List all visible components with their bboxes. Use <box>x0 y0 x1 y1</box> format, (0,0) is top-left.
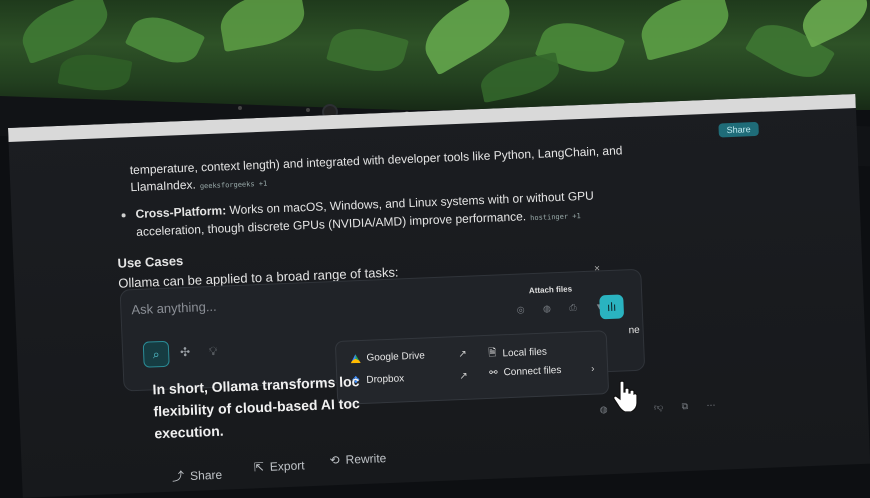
external-link-icon: ↗ <box>459 370 468 383</box>
input-tool-icons: ◎ ◍ ⎙ ▼ <box>516 300 613 315</box>
menu-item-connect-files[interactable]: ⚯ Connect files <box>489 365 562 379</box>
menu-item-google-drive[interactable]: Google Drive <box>350 350 425 364</box>
export-action[interactable]: ⇱ Export <box>254 458 305 474</box>
voice-mode-button[interactable]: ılı <box>599 294 625 320</box>
reasoning-mode-button[interactable]: ✣ <box>173 340 198 365</box>
partial-text-line: temperature, context length) and integra… <box>129 143 623 178</box>
google-drive-icon <box>350 354 360 363</box>
answer-paragraph: In short, Ollama transforms loc flexibil… <box>152 370 374 445</box>
leaf <box>15 0 115 65</box>
rewrite-action[interactable]: ⟲ Rewrite <box>329 451 386 467</box>
section-heading: Use Cases <box>117 253 184 271</box>
leaf <box>326 20 409 80</box>
bullet-icon <box>121 213 126 218</box>
stray-text: ne <box>628 324 640 337</box>
leaf <box>635 0 735 61</box>
lightbulb-mode-button[interactable]: 💡︎ <box>201 338 226 363</box>
chevron-right-icon: › <box>590 363 595 375</box>
share-icon: ⤴ <box>171 469 185 484</box>
photo-scene: Share temperature, context length) and i… <box>0 0 870 498</box>
hand-cursor-icon <box>613 380 638 412</box>
leaf <box>57 49 133 96</box>
share-label: Share <box>189 467 223 483</box>
share-action[interactable]: ⤴ Share <box>172 466 223 485</box>
leaf <box>216 0 309 53</box>
share-pill-button[interactable]: Share <box>718 121 759 138</box>
close-icon[interactable]: × <box>594 263 600 274</box>
menu-item-label: Google Drive <box>366 350 426 364</box>
leaf <box>477 52 563 103</box>
search-mode-button[interactable]: ⌕ <box>142 340 170 368</box>
source-tag[interactable]: hostinger +1 <box>530 212 581 222</box>
external-link-icon: ↗ <box>458 348 468 361</box>
menu-item-label: Local files <box>502 346 548 360</box>
rewrite-label: Rewrite <box>345 451 387 467</box>
sensor-icon <box>238 106 242 110</box>
menu-item-local-files[interactable]: 🗎︎ Local files <box>488 344 547 363</box>
text-line: LlamaIndex. geeksforgeeks +1 <box>130 175 268 195</box>
plant-background <box>0 0 870 110</box>
sensor-icon <box>306 108 310 112</box>
export-label: Export <box>269 458 305 474</box>
chat-placeholder[interactable]: Ask anything... <box>131 299 217 317</box>
llamaindex-text: LlamaIndex. <box>130 177 197 195</box>
attach-files-title: Attach files <box>528 284 573 296</box>
rewrite-icon: ⟲ <box>329 452 340 468</box>
attach-dropdown: Google Drive ↗ ❖ Dropbox ↗ 🗎︎ Local files … <box>334 330 610 406</box>
connect-icon: ⚯ <box>489 367 498 379</box>
export-icon: ⇱ <box>253 460 265 475</box>
crossplatform-label: Cross-Platform: <box>135 203 227 221</box>
leaf <box>124 7 206 73</box>
menu-item-label: Connect files <box>503 364 562 379</box>
source-tag[interactable]: geeksforgeeks +1 <box>200 180 268 191</box>
laptop-screen: Share temperature, context length) and i… <box>8 93 870 498</box>
file-icon: 🗎︎ <box>488 347 497 359</box>
